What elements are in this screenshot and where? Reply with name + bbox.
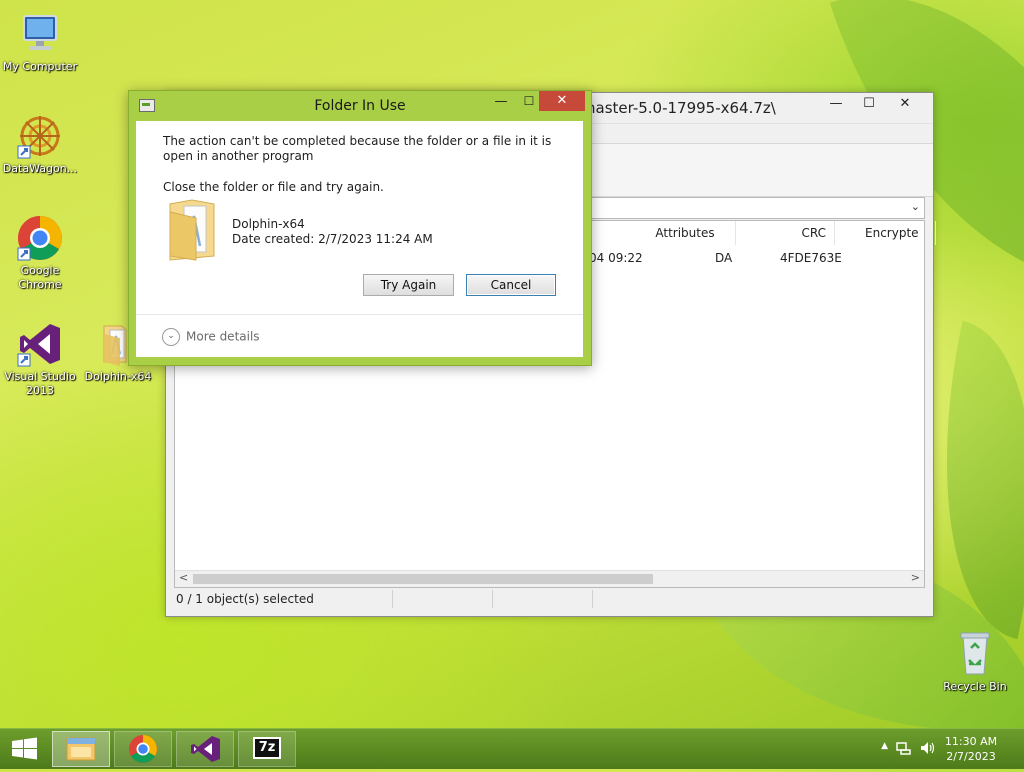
taskbar-chrome[interactable] (114, 731, 172, 767)
dialog-divider (136, 314, 583, 315)
chevron-down-icon[interactable]: ⌄ (911, 200, 920, 213)
chrome-icon (16, 214, 64, 262)
desktop-icon-label: Dolphin-x64 (84, 370, 152, 383)
try-again-button[interactable]: Try Again (363, 274, 454, 296)
status-bar: 0 / 1 object(s) selected (174, 588, 925, 610)
dialog-maximize-button[interactable]: ☐ (517, 94, 541, 114)
cell-modified: 04 09:22 (589, 251, 643, 265)
taskbar-file-explorer[interactable] (52, 731, 110, 767)
taskbar-7zip[interactable]: 7z (238, 731, 296, 767)
start-button[interactable] (0, 729, 50, 769)
desktop-icon-label: Visual Studio 2013 (4, 370, 76, 397)
scroll-left-icon[interactable]: < (179, 571, 188, 584)
dialog-titlebar[interactable]: Folder In Use — ☐ ✕ (129, 91, 591, 121)
cell-crc: 4FDE763E (780, 251, 842, 265)
chevron-down-icon[interactable]: ⌄ (162, 328, 180, 346)
scroll-right-icon[interactable]: > (911, 571, 920, 584)
maximize-button[interactable]: ☐ (854, 95, 884, 115)
clock[interactable]: 11:30 AM 2/7/2023 (936, 734, 1006, 764)
visual-studio-icon (16, 320, 64, 368)
show-hidden-icons-icon[interactable]: ▲ (881, 741, 888, 751)
taskbar: 7z ▲ 11:30 AM 2/7/2023 (0, 728, 1024, 769)
desktop-icon-datawagon[interactable]: DataWagon... (0, 112, 80, 176)
clock-time: 11:30 AM (944, 735, 998, 748)
desktop-icon-label: DataWagon... (2, 162, 78, 175)
cell-attributes: DA (715, 251, 733, 265)
windows-logo-icon (12, 737, 37, 760)
computer-icon (16, 10, 64, 58)
file-explorer-icon (66, 737, 96, 761)
desktop-icon-visual-studio[interactable]: Visual Studio 2013 (0, 320, 80, 398)
status-text: 0 / 1 object(s) selected (176, 592, 314, 606)
close-button[interactable]: ✕ (890, 95, 920, 115)
status-divider (592, 590, 593, 608)
dialog-close-button[interactable]: ✕ (539, 91, 585, 111)
desktop-icon-recycle-bin[interactable]: Recycle Bin (935, 630, 1015, 694)
volume-icon[interactable] (920, 741, 936, 755)
column-header-crc[interactable]: CRC (735, 221, 835, 245)
more-details-label: More details (186, 329, 260, 344)
dialog-hint: Close the folder or file and try again. (163, 180, 384, 194)
folder-icon (166, 198, 218, 262)
recycle-bin-icon (951, 630, 999, 678)
7zip-icon-label: 7z (258, 740, 276, 755)
folder-in-use-dialog[interactable]: Folder In Use — ☐ ✕ The action can't be … (128, 90, 592, 366)
desktop-icon-label: Recycle Bin (943, 680, 1007, 693)
visual-studio-icon (191, 736, 220, 762)
desktop-icon-label: My Computer (2, 60, 78, 73)
more-details-toggle[interactable]: ⌄ More details (162, 328, 260, 346)
column-header-attributes[interactable]: Attributes (635, 221, 736, 245)
taskbar-visual-studio[interactable] (176, 731, 234, 767)
network-icon[interactable] (896, 741, 912, 755)
status-divider (392, 590, 393, 608)
chrome-icon (129, 735, 157, 763)
datawagon-icon (16, 112, 64, 160)
7zip-icon: 7z (253, 737, 281, 759)
desktop-icon-google-chrome[interactable]: Google Chrome (0, 214, 80, 292)
dialog-minimize-button[interactable]: — (489, 94, 513, 114)
archive-window-title: naster-5.0-17995-x64.7z\ (586, 99, 776, 117)
minimize-button[interactable]: — (821, 95, 851, 115)
dialog-message: The action can't be completed because th… (163, 134, 552, 163)
cancel-button[interactable]: Cancel (466, 274, 556, 296)
column-header-encrypted[interactable]: Encrypte (865, 221, 936, 245)
desktop-icon-my-computer[interactable]: My Computer (0, 10, 80, 74)
item-name: Dolphin-x64 (232, 217, 305, 231)
horizontal-scrollbar[interactable]: < > (175, 570, 924, 587)
clock-date: 2/7/2023 (946, 750, 996, 763)
desktop-icon-label: Google Chrome (18, 264, 62, 291)
dialog-body: The action can't be completed because th… (136, 121, 583, 357)
status-divider (492, 590, 493, 608)
scrollbar-thumb[interactable] (193, 574, 653, 584)
item-date-created: Date created: 2/7/2023 11:24 AM (232, 232, 433, 246)
